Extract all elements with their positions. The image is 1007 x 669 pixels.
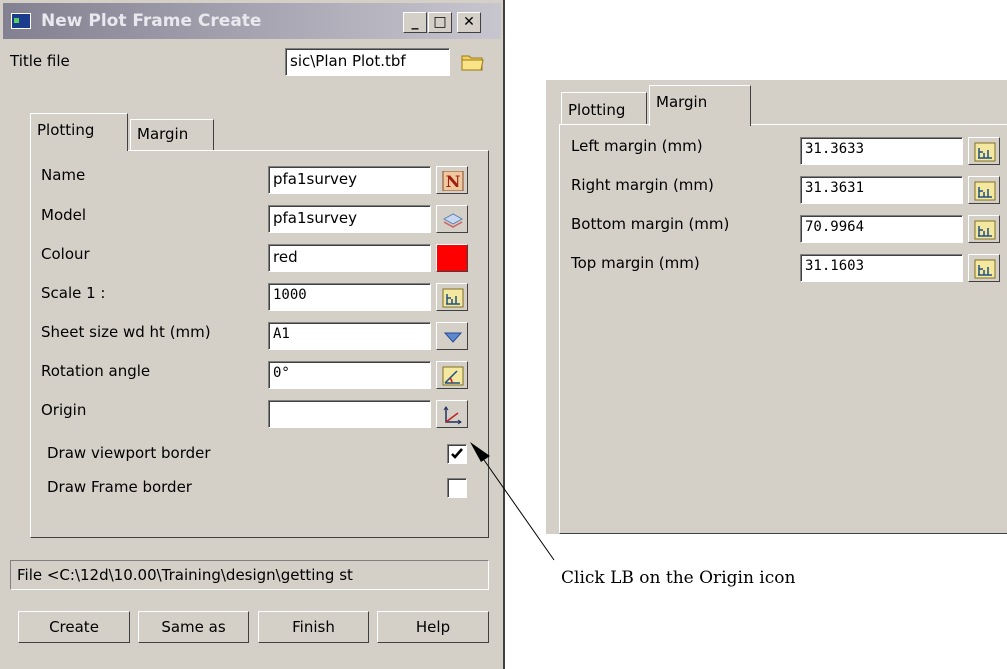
top-margin-field[interactable]: 31.1603 — [800, 254, 963, 282]
left-margin-label: Left margin (mm) — [571, 137, 703, 155]
right-margin-field[interactable]: 31.3631 — [800, 176, 963, 204]
margin-panel-tab-margin[interactable]: Margin — [649, 85, 751, 126]
top-margin-pick-button[interactable] — [968, 254, 1000, 282]
measure-icon — [974, 220, 996, 240]
right-margin-label: Right margin (mm) — [571, 176, 714, 194]
measure-icon — [974, 181, 996, 201]
bottom-margin-label: Bottom margin (mm) — [571, 215, 730, 233]
right-margin-pick-button[interactable] — [968, 176, 1000, 204]
tab-plotting[interactable]: Plotting — [30, 113, 128, 151]
measure-icon — [974, 259, 996, 279]
top-margin-label: Top margin (mm) — [571, 254, 700, 272]
left-margin-field[interactable]: 31.3633 — [800, 137, 963, 165]
bottom-margin-field[interactable]: 70.9964 — [800, 215, 963, 243]
measure-icon — [974, 142, 996, 162]
bottom-margin-pick-button[interactable] — [968, 215, 1000, 243]
annotation-text: Click LB on the Origin icon — [561, 568, 796, 588]
left-margin-pick-button[interactable] — [968, 137, 1000, 165]
annotation-arrow — [470, 442, 555, 561]
